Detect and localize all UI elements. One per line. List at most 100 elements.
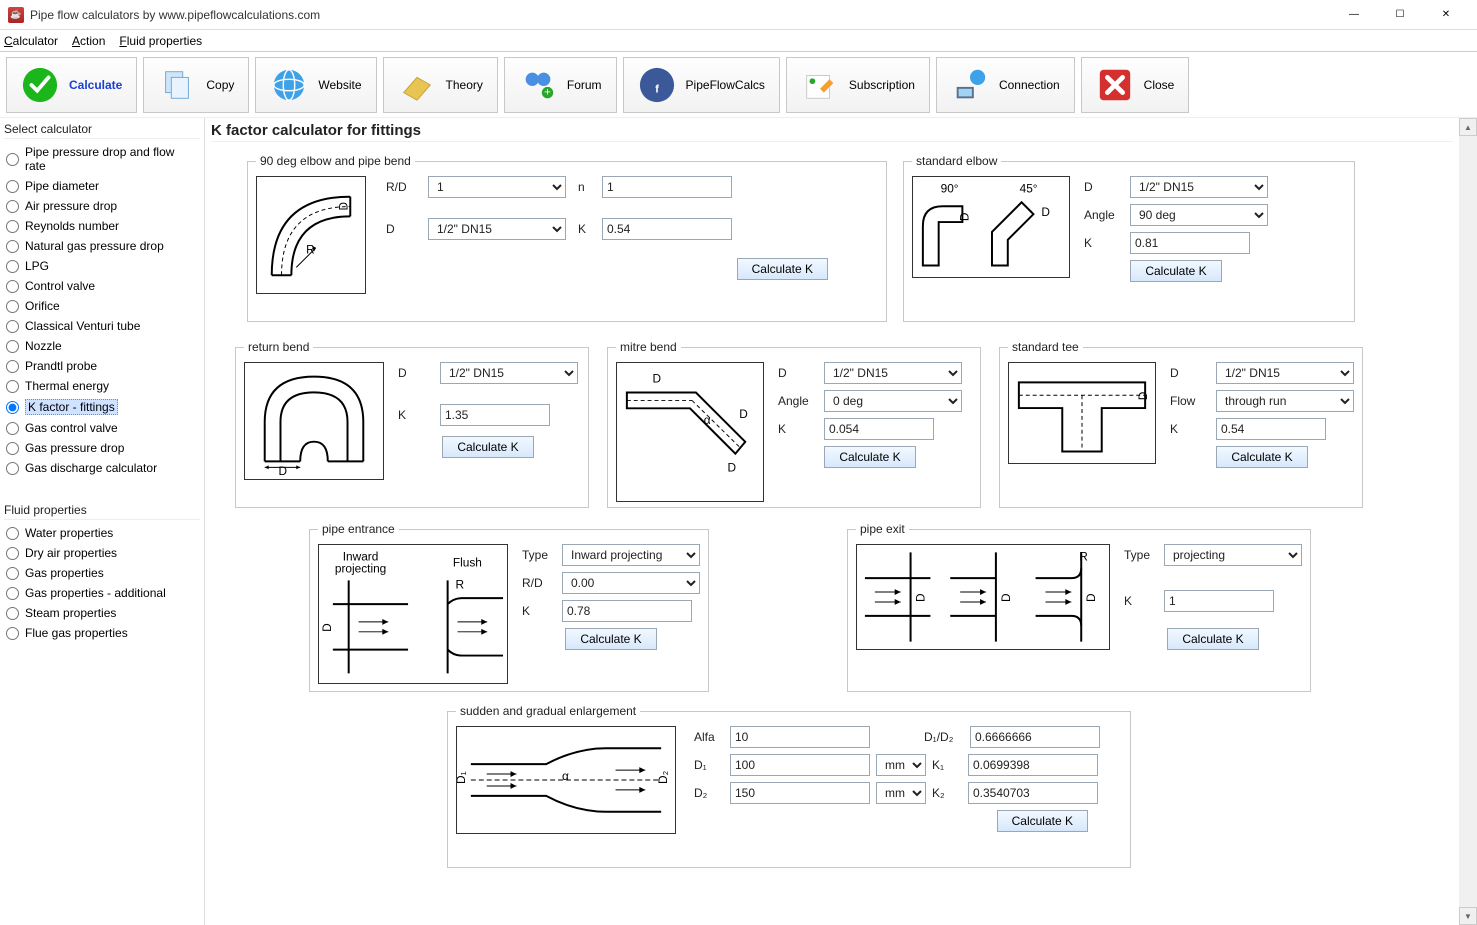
- close-button[interactable]: ✕: [1423, 0, 1469, 30]
- radio-input[interactable]: [6, 422, 19, 435]
- sidebar-calc-item[interactable]: Thermal energy: [4, 377, 200, 395]
- radio-input[interactable]: [6, 380, 19, 393]
- radio-input[interactable]: [6, 320, 19, 333]
- calc-k-elbow[interactable]: Calculate K: [737, 258, 828, 280]
- calculate-button[interactable]: Calculate: [6, 57, 137, 113]
- radio-input[interactable]: [6, 260, 19, 273]
- select-type-exit[interactable]: projecting: [1164, 544, 1302, 566]
- input-k-tee[interactable]: [1216, 418, 1326, 440]
- calc-k-enlarge[interactable]: Calculate K: [997, 810, 1088, 832]
- calc-k-tee[interactable]: Calculate K: [1216, 446, 1307, 468]
- select-d-elbow[interactable]: 1/2" DN15: [428, 218, 566, 240]
- sidebar-fluid-item[interactable]: Steam properties: [4, 604, 200, 622]
- input-k-elbow[interactable]: [602, 218, 732, 240]
- maximize-button[interactable]: ☐: [1377, 0, 1423, 30]
- website-button[interactable]: Website: [255, 57, 376, 113]
- select-angle-stdelbow[interactable]: 90 deg: [1130, 204, 1268, 226]
- select-d2-unit[interactable]: mm: [876, 782, 926, 804]
- radio-input[interactable]: [6, 300, 19, 313]
- radio-input[interactable]: [6, 240, 19, 253]
- input-d1[interactable]: [730, 754, 870, 776]
- calc-k-stdelbow[interactable]: Calculate K: [1130, 260, 1221, 282]
- sidebar-fluid-item[interactable]: Dry air properties: [4, 544, 200, 562]
- menu-action[interactable]: Action: [72, 34, 105, 48]
- radio-input[interactable]: [6, 280, 19, 293]
- radio-input[interactable]: [6, 200, 19, 213]
- sidebar-fluid-item[interactable]: Water properties: [4, 524, 200, 542]
- calc-k-entrance[interactable]: Calculate K: [565, 628, 656, 650]
- radio-input[interactable]: [6, 627, 19, 640]
- pipeflowcalcs-button[interactable]: f PipeFlowCalcs: [623, 57, 780, 113]
- forum-button[interactable]: + Forum: [504, 57, 617, 113]
- select-rd[interactable]: 1: [428, 176, 566, 198]
- input-k-stdelbow[interactable]: [1130, 232, 1250, 254]
- sidebar-fluid-item[interactable]: Gas properties - additional: [4, 584, 200, 602]
- select-d-stdelbow[interactable]: 1/2" DN15: [1130, 176, 1268, 198]
- scroll-down-button[interactable]: ▼: [1459, 907, 1477, 925]
- radio-input[interactable]: [6, 547, 19, 560]
- calc-k-exit[interactable]: Calculate K: [1167, 628, 1258, 650]
- select-rd-entrance[interactable]: 0.00: [562, 572, 700, 594]
- radio-input[interactable]: [6, 360, 19, 373]
- radio-input[interactable]: [6, 340, 19, 353]
- lbl-d1: D₁: [694, 758, 724, 772]
- input-d2[interactable]: [730, 782, 870, 804]
- scroll-track[interactable]: [1459, 136, 1477, 907]
- connection-button[interactable]: Connection: [936, 57, 1075, 113]
- sidebar-calc-item[interactable]: Pipe pressure drop and flow rate: [4, 143, 200, 175]
- close-app-button[interactable]: Close: [1081, 57, 1190, 113]
- menu-calculator[interactable]: Calculator: [4, 34, 58, 48]
- select-type-entrance[interactable]: Inward projecting: [562, 544, 700, 566]
- sidebar-calc-item[interactable]: Classical Venturi tube: [4, 317, 200, 335]
- input-d1d2[interactable]: [970, 726, 1100, 748]
- input-k-entrance[interactable]: [562, 600, 692, 622]
- sidebar-fluid-item[interactable]: Flue gas properties: [4, 624, 200, 642]
- calc-k-return[interactable]: Calculate K: [442, 436, 533, 458]
- sidebar-calc-item[interactable]: Gas control valve: [4, 419, 200, 437]
- sidebar-calc-item[interactable]: Nozzle: [4, 337, 200, 355]
- select-d-mitre[interactable]: 1/2" DN15: [824, 362, 962, 384]
- sidebar-fluid-item[interactable]: Gas properties: [4, 564, 200, 582]
- calc-k-mitre[interactable]: Calculate K: [824, 446, 915, 468]
- sidebar-calc-item[interactable]: Pipe diameter: [4, 177, 200, 195]
- sidebar-calc-item[interactable]: Natural gas pressure drop: [4, 237, 200, 255]
- radio-input[interactable]: [6, 567, 19, 580]
- theory-button[interactable]: Theory: [383, 57, 498, 113]
- input-k-exit[interactable]: [1164, 590, 1274, 612]
- minimize-button[interactable]: —: [1331, 0, 1377, 30]
- radio-input[interactable]: [6, 442, 19, 455]
- radio-input[interactable]: [6, 607, 19, 620]
- sidebar-calc-item[interactable]: Gas discharge calculator: [4, 459, 200, 477]
- scroll-up-button[interactable]: ▲: [1459, 118, 1477, 136]
- input-k2[interactable]: [968, 782, 1098, 804]
- input-k1[interactable]: [968, 754, 1098, 776]
- radio-input[interactable]: [6, 153, 19, 166]
- sidebar-calc-item[interactable]: Air pressure drop: [4, 197, 200, 215]
- radio-input[interactable]: [6, 527, 19, 540]
- select-d1-unit[interactable]: mm: [876, 754, 926, 776]
- select-d-tee[interactable]: 1/2" DN15: [1216, 362, 1354, 384]
- sidebar-calc-item[interactable]: Control valve: [4, 277, 200, 295]
- input-k-mitre[interactable]: [824, 418, 934, 440]
- vertical-scrollbar[interactable]: ▲ ▼: [1459, 118, 1477, 925]
- sidebar-calc-item[interactable]: Orifice: [4, 297, 200, 315]
- select-flow-tee[interactable]: through run: [1216, 390, 1354, 412]
- select-angle-mitre[interactable]: 0 deg: [824, 390, 962, 412]
- sidebar-calc-item[interactable]: Prandtl probe: [4, 357, 200, 375]
- sidebar-calc-item[interactable]: Gas pressure drop: [4, 439, 200, 457]
- radio-input[interactable]: [6, 462, 19, 475]
- radio-input[interactable]: [6, 401, 19, 414]
- sidebar-calc-item[interactable]: Reynolds number: [4, 217, 200, 235]
- sidebar-calc-item[interactable]: LPG: [4, 257, 200, 275]
- input-k-return[interactable]: [440, 404, 550, 426]
- menu-fluid-properties[interactable]: Fluid properties: [119, 34, 202, 48]
- subscription-button[interactable]: Subscription: [786, 57, 930, 113]
- copy-button[interactable]: Copy: [143, 57, 249, 113]
- select-d-return[interactable]: 1/2" DN15: [440, 362, 578, 384]
- sidebar-calc-item[interactable]: K factor - fittings: [4, 397, 200, 417]
- radio-input[interactable]: [6, 587, 19, 600]
- input-alfa[interactable]: [730, 726, 870, 748]
- input-n[interactable]: [602, 176, 732, 198]
- radio-input[interactable]: [6, 180, 19, 193]
- radio-input[interactable]: [6, 220, 19, 233]
